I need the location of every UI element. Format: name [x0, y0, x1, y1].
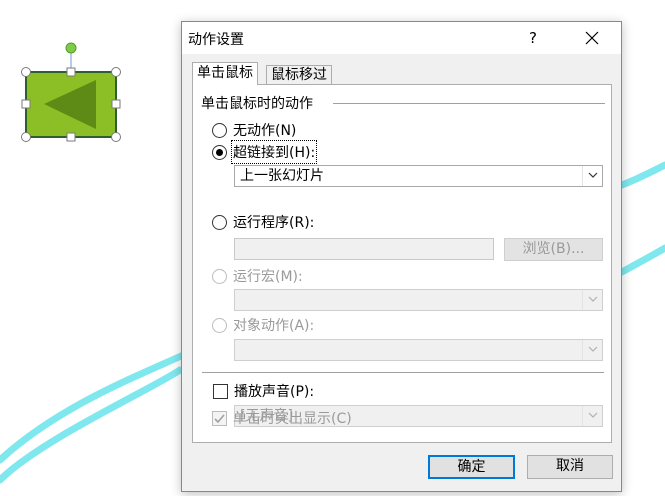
- object-action-select: [234, 339, 603, 361]
- dropdown-button: [582, 406, 602, 426]
- checkbox-label: 播放声音(P):: [234, 384, 315, 400]
- group-divider: [333, 103, 605, 104]
- section-divider: [202, 372, 604, 373]
- radio-button[interactable]: [212, 144, 227, 160]
- browse-button: 浏览(B)...: [504, 238, 603, 261]
- dropdown-button: [582, 290, 602, 310]
- radio-label: 对象动作(A):: [233, 318, 315, 334]
- chevron-down-icon: [588, 172, 598, 178]
- hyperlink-select[interactable]: 上一张幻灯片: [234, 165, 603, 187]
- ok-button[interactable]: 确定: [428, 455, 515, 479]
- radio-run-program[interactable]: 运行程序(R):: [212, 212, 314, 232]
- radio-label: 运行程序(R):: [233, 215, 315, 231]
- radio-no-action[interactable]: 无动作(N): [212, 120, 296, 140]
- play-sound-option[interactable]: 播放声音(P):: [213, 381, 314, 401]
- radio-button[interactable]: [212, 214, 227, 230]
- action-settings-dialog: 动作设置 ? 单击鼠标 鼠标移过 单击鼠标时的动作 无动作(N) 超链接到(H)…: [181, 21, 622, 492]
- program-path-input: [234, 238, 494, 260]
- checkbox-label: 单击时突出显示(C): [233, 411, 352, 427]
- dialog-titlebar[interactable]: 动作设置 ?: [182, 22, 621, 54]
- tab-mouse-over[interactable]: 鼠标移过: [266, 65, 332, 84]
- checkmark-icon: [214, 413, 225, 423]
- tab-mouse-click[interactable]: 单击鼠标: [192, 62, 258, 85]
- dropdown-button: [582, 340, 602, 360]
- highlight-click-checkbox: [212, 410, 227, 426]
- chevron-down-icon: [588, 346, 598, 352]
- dialog-title: 动作设置: [188, 32, 244, 48]
- macro-select: [234, 289, 603, 311]
- radio-label: 运行宏(M):: [233, 269, 303, 285]
- group-title: 单击鼠标时的动作: [201, 96, 313, 112]
- close-button[interactable]: [572, 22, 612, 54]
- radio-button: [212, 317, 227, 333]
- radio-label: 无动作(N): [233, 123, 297, 139]
- radio-button: [212, 268, 227, 284]
- radio-hyperlink[interactable]: 超链接到(H):: [212, 140, 318, 164]
- cancel-button[interactable]: 取消: [527, 455, 613, 479]
- radio-object-action: 对象动作(A):: [212, 315, 314, 335]
- close-icon: [585, 31, 599, 45]
- selected-shape[interactable]: [21, 42, 121, 142]
- hyperlink-select-value: 上一张幻灯片: [240, 168, 324, 184]
- radio-button[interactable]: [212, 122, 227, 138]
- chevron-down-icon: [588, 296, 598, 302]
- dropdown-button[interactable]: [582, 166, 602, 186]
- rotate-handle[interactable]: [65, 42, 77, 54]
- highlight-click-option: 单击时突出显示(C): [212, 408, 352, 428]
- radio-run-macro: 运行宏(M):: [212, 266, 303, 286]
- help-button[interactable]: ?: [518, 22, 548, 54]
- tab-panel: 单击鼠标时的动作 无动作(N) 超链接到(H): 上一张幻灯片 运行程序(R):…: [192, 84, 612, 443]
- chevron-down-icon: [588, 412, 598, 418]
- radio-label: 超链接到(H):: [230, 140, 318, 164]
- play-sound-checkbox[interactable]: [213, 383, 228, 399]
